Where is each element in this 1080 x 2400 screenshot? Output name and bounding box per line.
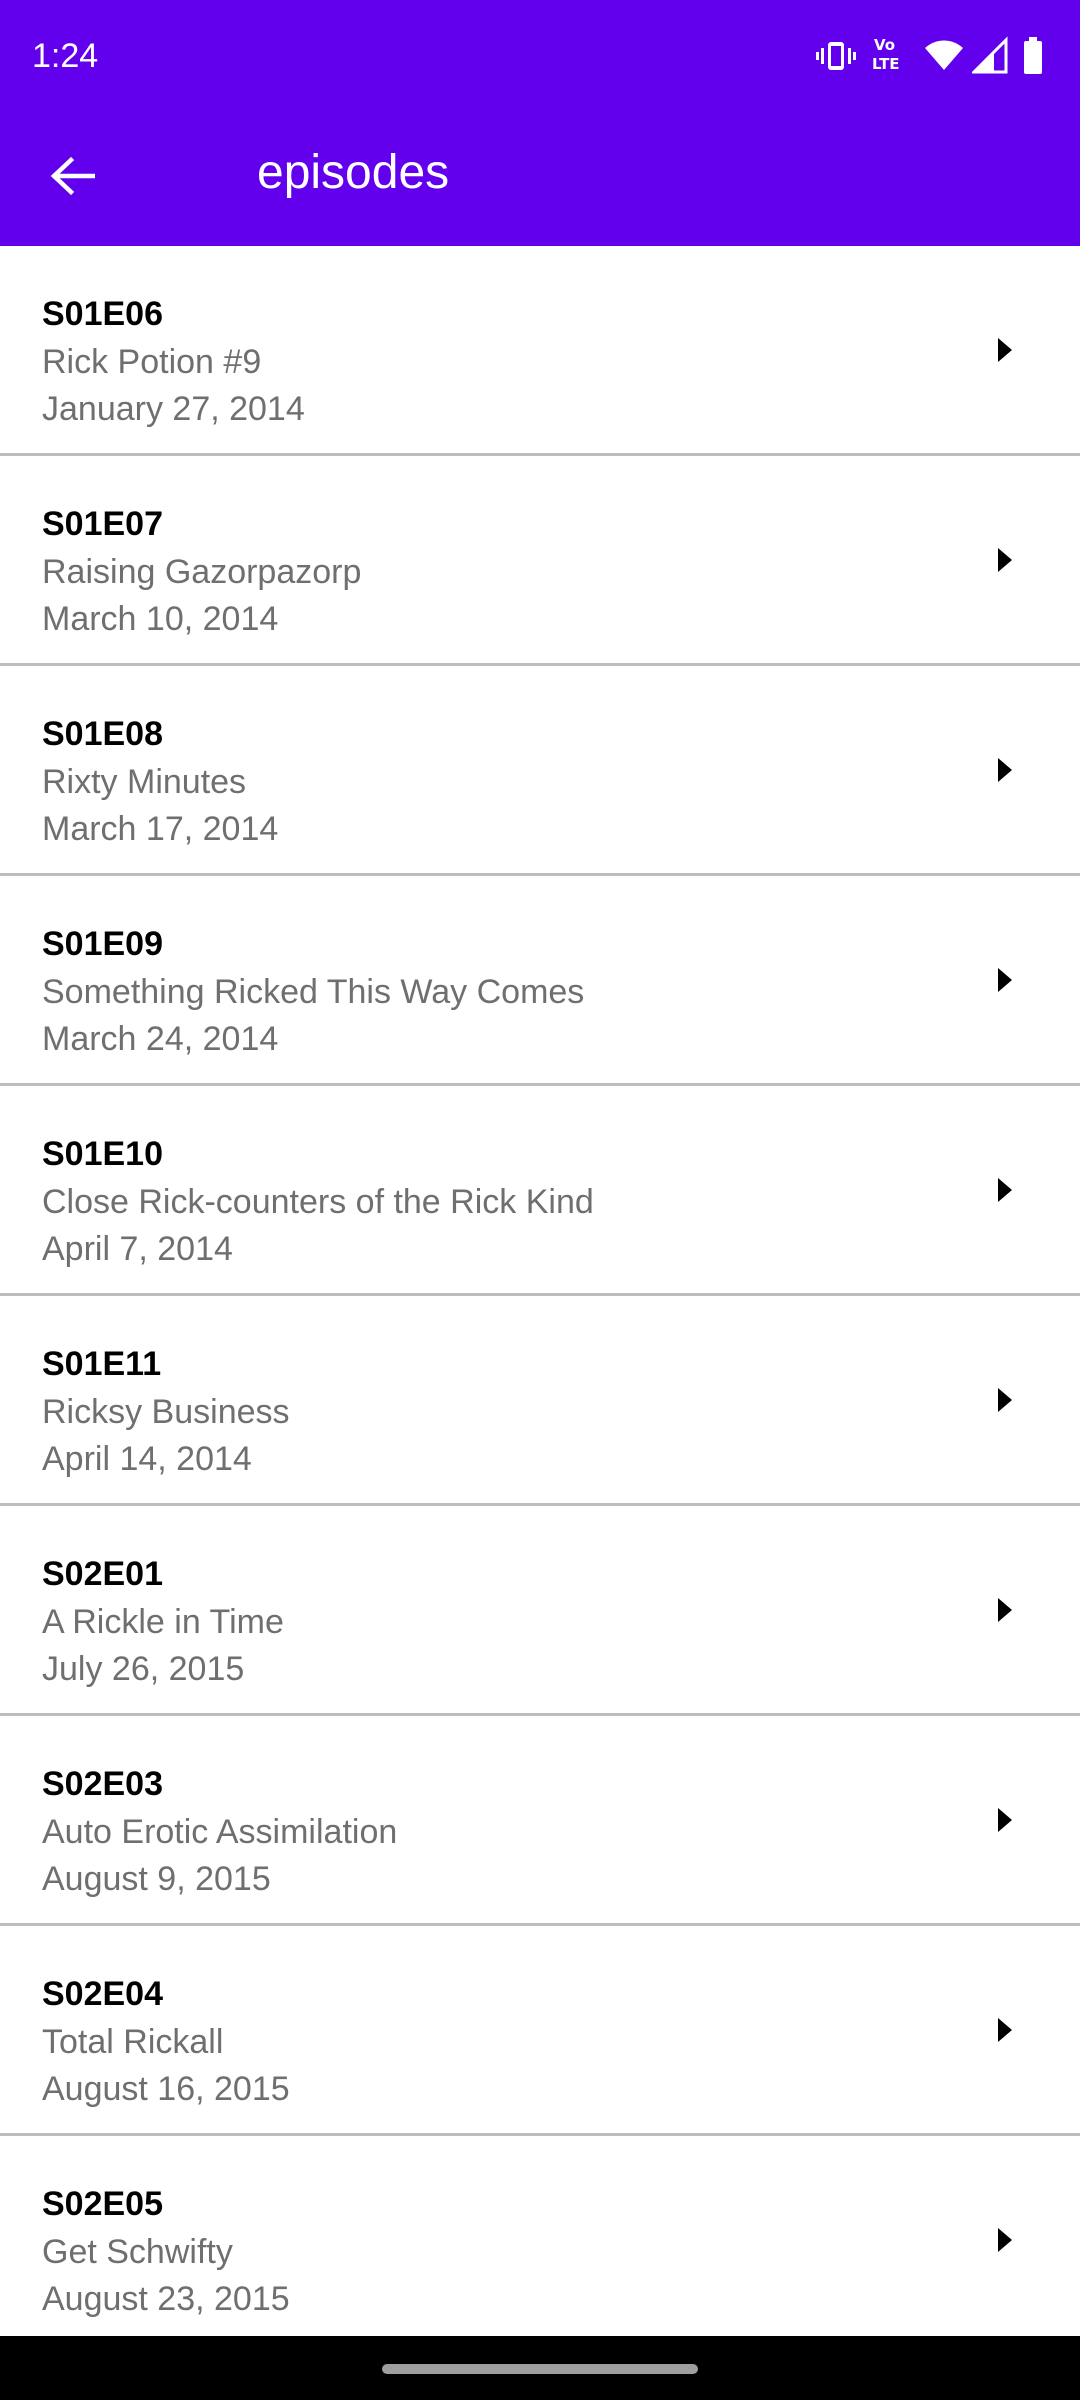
episode-row[interactable]: S01E07 Raising Gazorpazorp March 10, 201…	[0, 456, 1080, 666]
chevron-right-icon	[998, 758, 1012, 782]
wifi-icon	[924, 36, 964, 76]
episode-air-date: April 14, 2014	[42, 1440, 252, 1478]
status-bar: 1:24 Vo LTE	[0, 0, 1080, 114]
episode-code: S02E04	[42, 1975, 163, 2013]
episode-row[interactable]: S02E01 A Rickle in Time July 26, 2015	[0, 1506, 1080, 1716]
episode-code: S01E11	[42, 1345, 162, 1383]
status-icons: Vo LTE	[816, 36, 1056, 76]
chevron-right-icon	[998, 2018, 1012, 2042]
page-title: episodes	[257, 146, 450, 199]
chevron-right-icon	[998, 2228, 1012, 2252]
volte-bottom-label: LTE	[872, 55, 900, 73]
status-time: 1:24	[32, 37, 99, 75]
episode-air-date: August 9, 2015	[42, 1860, 271, 1898]
episode-title: Rixty Minutes	[42, 763, 247, 801]
episode-title: Rick Potion #9	[42, 343, 262, 381]
episode-title: A Rickle in Time	[42, 1603, 284, 1641]
episode-code: S01E10	[42, 1135, 163, 1173]
episode-title: Something Ricked This Way Comes	[42, 973, 585, 1011]
chevron-right-icon	[998, 1598, 1012, 1622]
chevron-right-icon	[998, 1178, 1012, 1202]
episode-code: S01E06	[42, 295, 163, 333]
episode-air-date: March 10, 2014	[42, 600, 279, 638]
episode-title: Ricksy Business	[42, 1393, 290, 1431]
cell-signal-icon	[970, 36, 1008, 76]
volte-icon: Vo LTE	[870, 36, 910, 76]
chevron-right-icon	[998, 1388, 1012, 1412]
app-bar: 1:24 Vo LTE episodes	[0, 0, 1080, 246]
episode-code: S01E07	[42, 505, 163, 543]
episode-row[interactable]: S02E03 Auto Erotic Assimilation August 9…	[0, 1716, 1080, 1926]
episode-title: Close Rick-counters of the Rick Kind	[42, 1183, 594, 1221]
episode-air-date: April 7, 2014	[42, 1230, 233, 1268]
episode-title: Total Rickall	[42, 2023, 224, 2061]
episode-row[interactable]: S02E05 Get Schwifty August 23, 2015	[0, 2136, 1080, 2336]
episode-air-date: March 24, 2014	[42, 1020, 279, 1058]
chevron-right-icon	[998, 338, 1012, 362]
chevron-right-icon	[998, 1808, 1012, 1832]
navigation-bar	[0, 2336, 1080, 2400]
episode-row[interactable]: S01E06 Rick Potion #9 January 27, 2014	[0, 246, 1080, 456]
episode-code: S01E08	[42, 715, 163, 753]
episode-title: Auto Erotic Assimilation	[42, 1813, 398, 1851]
episode-row[interactable]: S01E11 Ricksy Business April 14, 2014	[0, 1296, 1080, 1506]
episode-row[interactable]: S01E10 Close Rick-counters of the Rick K…	[0, 1086, 1080, 1296]
episode-title: Raising Gazorpazorp	[42, 553, 362, 591]
episode-list[interactable]: S01E06 Rick Potion #9 January 27, 2014 S…	[0, 246, 1080, 2336]
battery-icon	[1022, 36, 1044, 76]
chevron-right-icon	[998, 548, 1012, 572]
episode-code: S02E05	[42, 2185, 163, 2223]
episode-code: S01E09	[42, 925, 163, 963]
episode-title: Get Schwifty	[42, 2233, 233, 2271]
gesture-handle[interactable]	[382, 2364, 698, 2374]
back-button[interactable]	[34, 138, 110, 214]
episode-air-date: August 23, 2015	[42, 2280, 290, 2318]
vibrate-icon	[816, 36, 856, 76]
arrow-back-icon	[50, 156, 95, 196]
episode-air-date: July 26, 2015	[42, 1650, 245, 1688]
episode-code: S02E01	[42, 1555, 163, 1593]
episode-row[interactable]: S02E04 Total Rickall August 16, 2015	[0, 1926, 1080, 2136]
episode-row[interactable]: S01E09 Something Ricked This Way Comes M…	[0, 876, 1080, 1086]
episode-row[interactable]: S01E08 Rixty Minutes March 17, 2014	[0, 666, 1080, 876]
volte-top-label: Vo	[874, 36, 896, 54]
episode-code: S02E03	[42, 1765, 163, 1803]
episode-air-date: January 27, 2014	[42, 390, 305, 428]
episode-air-date: March 17, 2014	[42, 810, 279, 848]
chevron-right-icon	[998, 968, 1012, 992]
episode-air-date: August 16, 2015	[42, 2070, 290, 2108]
